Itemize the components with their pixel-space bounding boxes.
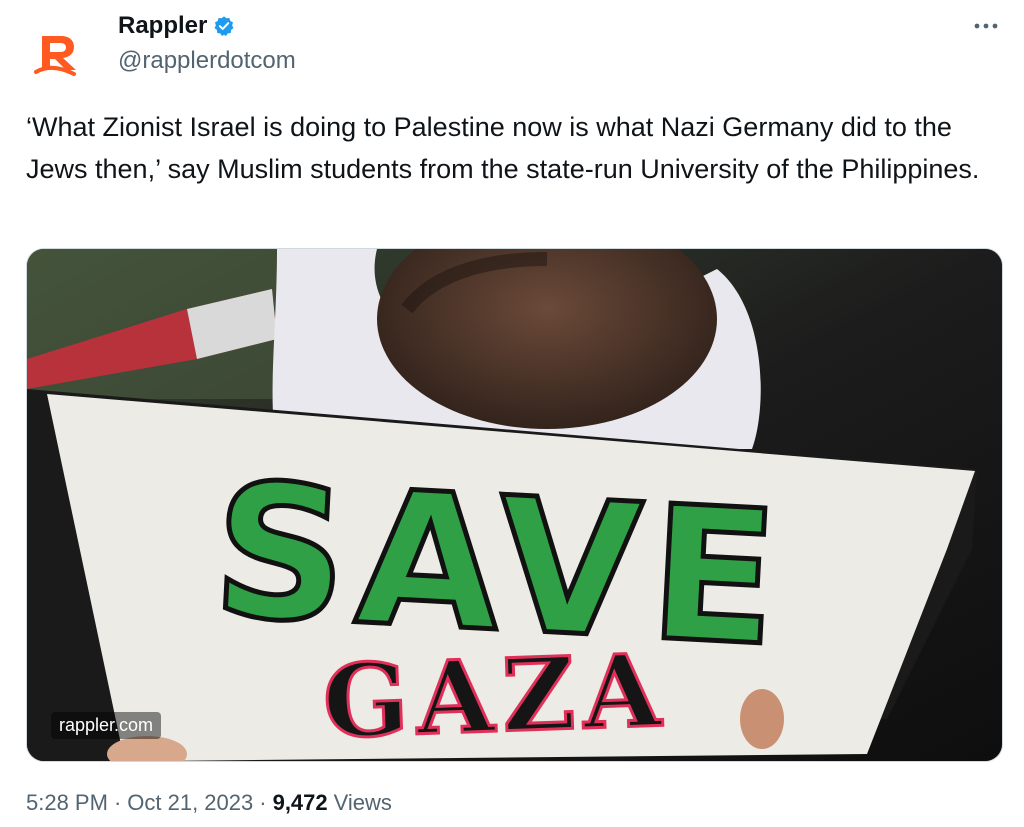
protest-photo: SAVE GAZA bbox=[27, 249, 1002, 761]
author-name-row[interactable]: Rappler bbox=[118, 12, 235, 40]
meta-separator: · bbox=[113, 790, 122, 815]
tweet-time[interactable]: 5:28 PM bbox=[26, 790, 108, 816]
author-handle[interactable]: @rapplerdotcom bbox=[118, 47, 296, 75]
tweet-text: ‘What Zionist Israel is doing to Palesti… bbox=[26, 112, 980, 184]
meta-separator: · bbox=[259, 790, 267, 815]
tweet-date[interactable]: Oct 21, 2023 bbox=[127, 790, 253, 816]
tweet-photo[interactable]: SAVE GAZA rappler.com bbox=[26, 248, 1003, 762]
verified-badge-icon bbox=[214, 16, 234, 36]
photo-watermark: rappler.com bbox=[51, 712, 162, 739]
author-avatar[interactable] bbox=[26, 20, 90, 84]
views-count: 9,472 bbox=[272, 790, 328, 815]
tweet-meta: 5:28 PM · Oct 21, 2023 · 9,472 Views bbox=[26, 790, 392, 816]
rappler-logo-icon bbox=[34, 36, 76, 76]
views-label: Views bbox=[333, 790, 392, 815]
more-options-icon bbox=[974, 23, 998, 29]
sign-text-line2: GAZA bbox=[321, 631, 670, 761]
author-display-name[interactable]: Rappler bbox=[118, 12, 207, 40]
more-options-button[interactable] bbox=[972, 12, 1000, 40]
